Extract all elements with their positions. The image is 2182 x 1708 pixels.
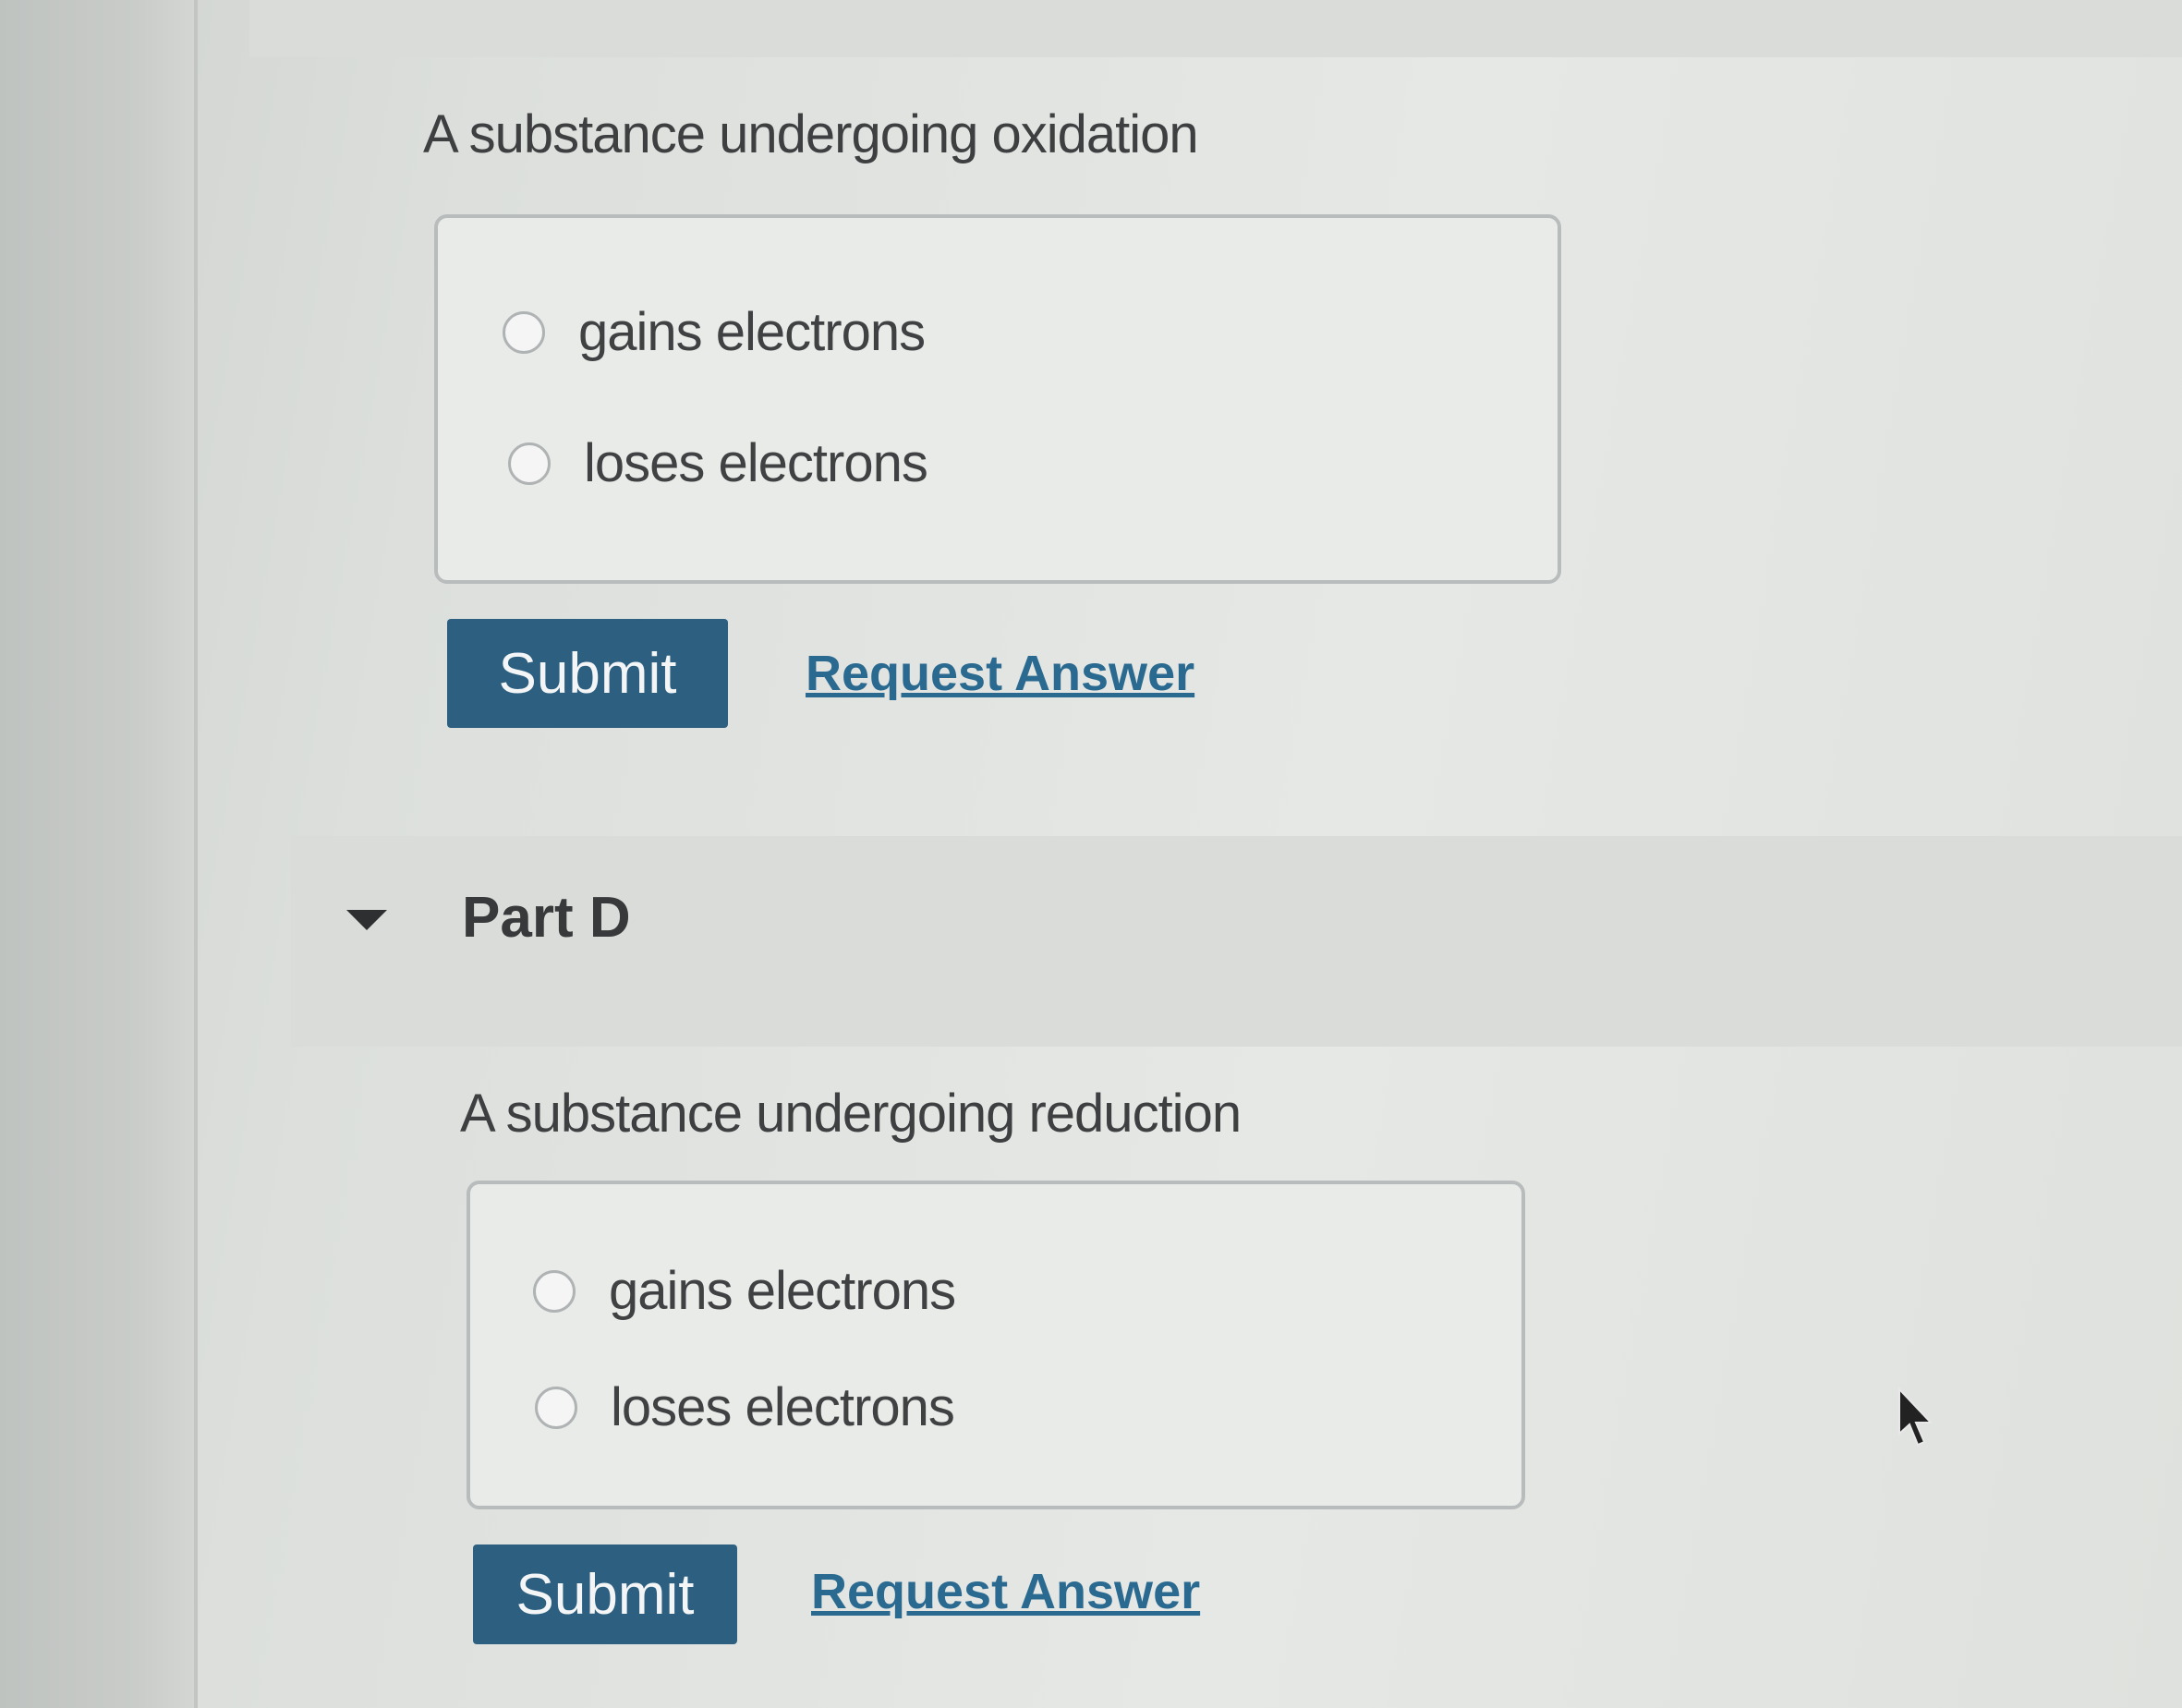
answer-choices-oxidation: gains electrons loses electrons (434, 214, 1561, 584)
part-title: Part D (462, 886, 631, 950)
request-answer-link[interactable]: Request Answer (811, 1563, 1200, 1620)
request-answer-link[interactable]: Request Answer (806, 645, 1194, 702)
question-text-reduction: A substance undergoing reduction (460, 1084, 1242, 1144)
choice-gains-electrons[interactable]: gains electrons (503, 301, 926, 363)
left-gutter (0, 0, 198, 1708)
radio-button[interactable] (503, 310, 545, 354)
choice-label: loses electrons (584, 433, 928, 493)
caret-down-icon[interactable] (346, 910, 387, 930)
choice-label: loses electrons (611, 1377, 955, 1437)
radio-button[interactable] (533, 1269, 576, 1313)
choice-label: gains electrons (609, 1261, 956, 1321)
answer-choices-reduction: gains electrons loses electrons (467, 1181, 1525, 1509)
choice-gains-electrons[interactable]: gains electrons (533, 1260, 956, 1322)
radio-button[interactable] (535, 1386, 577, 1429)
mouse-pointer-icon (1898, 1387, 1933, 1447)
question-text-oxidation: A substance undergoing oxidation (423, 104, 1199, 164)
submit-button[interactable]: Submit (447, 619, 728, 728)
choice-label: gains electrons (578, 302, 926, 362)
choice-loses-electrons[interactable]: loses electrons (535, 1376, 955, 1438)
submit-button[interactable]: Submit (473, 1544, 737, 1644)
section-header-band (249, 0, 2182, 57)
choice-loses-electrons[interactable]: loses electrons (508, 432, 928, 494)
radio-button[interactable] (508, 442, 551, 485)
